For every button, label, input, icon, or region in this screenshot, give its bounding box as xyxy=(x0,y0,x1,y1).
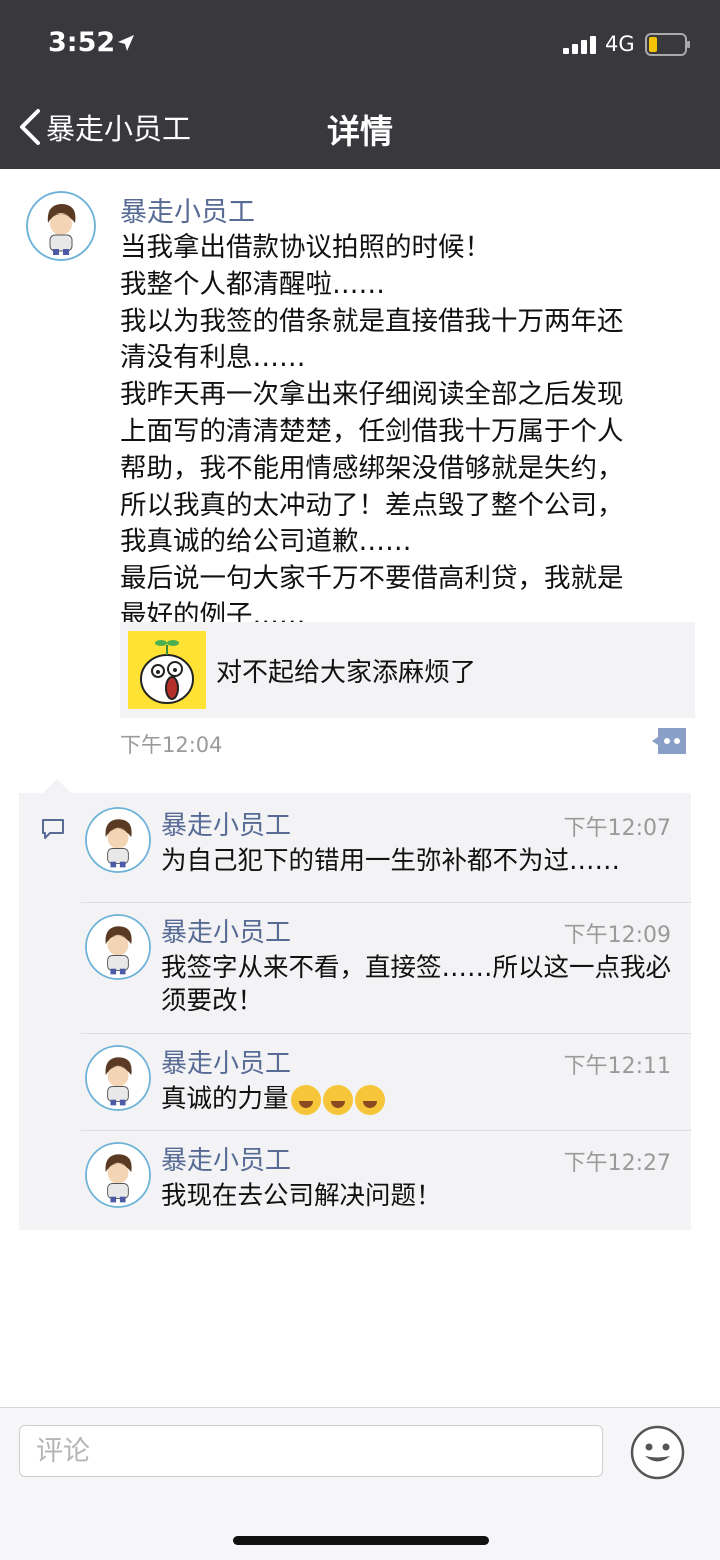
commenter-avatar[interactable] xyxy=(85,1142,151,1208)
battery-icon xyxy=(645,33,690,56)
comment-text: 真诚的力量 xyxy=(161,1084,289,1114)
home-indicator xyxy=(233,1536,489,1545)
avatar-illustration xyxy=(85,1142,151,1208)
comment-text: 为自己犯下的错用一生弥补都不为过…… xyxy=(161,846,621,876)
location-arrow-icon xyxy=(118,35,134,51)
post-line: 当我拿出借款协议拍照的时候！ xyxy=(120,232,491,263)
comment-bar xyxy=(0,1407,720,1560)
post-line: 我整个人都清醒啦…… xyxy=(120,268,385,300)
commenter-avatar[interactable] xyxy=(85,807,151,873)
comment-item[interactable]: 暴走小员工 下午12:09 我签字从来不看，直接签……所以这一点我必须要改！ xyxy=(81,902,691,1033)
status-time: 3:52 xyxy=(48,27,116,58)
post-line: 上面写的清清楚楚，任剑借我十万属于个人 xyxy=(120,415,624,447)
comment-text: 我现在去公司解决问题！ xyxy=(161,1181,442,1211)
avatar-illustration xyxy=(85,914,151,980)
commenter-name[interactable]: 暴走小员工 xyxy=(161,1140,291,1177)
comment-item[interactable]: 暴走小员工 下午12:11 真诚的力量 xyxy=(81,1033,691,1130)
post-line: 我真诚的给公司道歉…… xyxy=(120,526,412,558)
post-author-name[interactable]: 暴走小员工 xyxy=(120,190,255,229)
top-bar: 3:52 4G 暴走小员工 详情 xyxy=(0,0,720,169)
post-timestamp: 下午12:04 xyxy=(120,733,223,757)
shared-title: 对不起给大家添麻烦了 xyxy=(216,658,477,688)
comment-icon xyxy=(42,819,64,839)
comment-text: 我签字从来不看，直接签……所以这一点我必须要改！ xyxy=(161,953,672,1016)
crying-sprout-icon xyxy=(140,640,194,704)
comment-input[interactable] xyxy=(19,1425,603,1477)
avatar-illustration xyxy=(26,191,96,261)
commenter-name[interactable]: 暴走小员工 xyxy=(161,912,291,949)
comment-item[interactable]: 暴走小员工 下午12:07 为自己犯下的错用一生弥补都不为过…… xyxy=(81,795,691,903)
shared-link-card[interactable]: 对不起给大家添麻烦了 xyxy=(120,622,695,718)
commenter-avatar[interactable] xyxy=(85,914,151,980)
avatar-illustration xyxy=(85,807,151,873)
comment-time: 下午12:11 xyxy=(563,1054,671,1079)
laugh-cry-emoji-icon xyxy=(322,1085,353,1115)
comments-section: 暴走小员工 下午12:07 为自己犯下的错用一生弥补都不为过…… 暴走小员工 下… xyxy=(19,779,691,1230)
commenter-avatar[interactable] xyxy=(85,1045,151,1111)
avatar-illustration xyxy=(85,1045,151,1111)
comment-item[interactable]: 暴走小员工 下午12:27 我现在去公司解决问题！ xyxy=(81,1130,691,1230)
laugh-cry-emoji-icon xyxy=(354,1085,385,1115)
post-line: 我昨天再一次拿出来仔细阅读全部之后发现 xyxy=(120,379,624,411)
comment-time: 下午12:27 xyxy=(563,1151,671,1176)
laugh-cry-emoji-icon xyxy=(290,1085,321,1115)
comment-text-wrap: 真诚的力量 xyxy=(161,1083,681,1116)
page-title: 详情 xyxy=(327,112,393,151)
comment-time: 下午12:09 xyxy=(563,923,671,948)
more-actions-icon[interactable] xyxy=(650,726,688,756)
post-line: 所以我真的太冲动了！差点毁了整个公司， xyxy=(120,489,624,521)
network-label: 4G xyxy=(605,32,635,56)
post-line: 最后说一句大家千万不要借高利贷，我就是 xyxy=(120,563,624,595)
smiley-icon[interactable] xyxy=(630,1425,685,1480)
commenter-name[interactable]: 暴走小员工 xyxy=(161,1043,291,1080)
post-line: 清没有利息…… xyxy=(120,342,306,374)
post-line: 我以为我签的借条就是直接借我十万两年还 xyxy=(120,305,624,337)
author-avatar[interactable] xyxy=(26,191,96,261)
post-body: 当我拿出借款协议拍照的时候！ 我整个人都清醒啦…… 我以为我签的借条就是直接借我… xyxy=(120,230,690,635)
signal-icon xyxy=(563,36,596,54)
shared-thumbnail xyxy=(128,631,206,709)
post-line: 帮助，我不能用情感绑架没借够就是失约， xyxy=(120,452,624,484)
comment-time: 下午12:07 xyxy=(563,816,671,841)
commenter-name[interactable]: 暴走小员工 xyxy=(161,805,291,842)
